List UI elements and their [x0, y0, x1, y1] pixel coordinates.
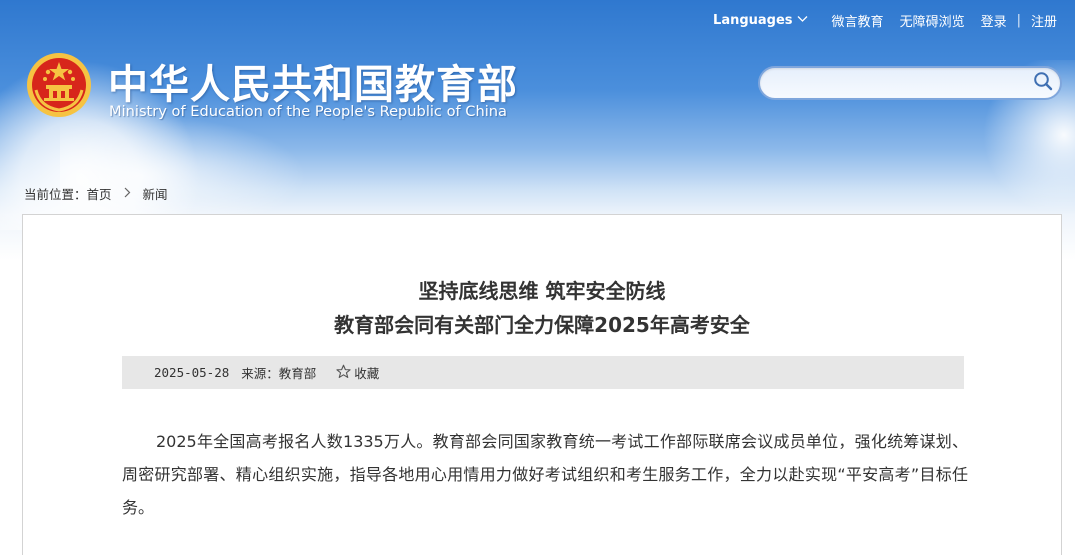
- favorite-button[interactable]: 收藏: [336, 363, 379, 382]
- breadcrumb: 当前位置： 首页 新闻: [24, 184, 168, 203]
- cloud-decoration-2: [60, 110, 320, 220]
- breadcrumb-prefix: 当前位置：: [24, 187, 87, 202]
- search-box: [758, 66, 1062, 100]
- weiyan-link[interactable]: 微言教育: [832, 11, 884, 30]
- article-headline-line1: 坚持底线思维 筑牢安全防线: [418, 279, 666, 303]
- article-paragraph: 2025年全国高考报名人数1335万人。教育部会同国家教育统一考试工作部际联席会…: [122, 432, 968, 517]
- languages-dropdown[interactable]: Languages: [713, 13, 808, 28]
- topbar-separator: |: [1016, 12, 1021, 28]
- chevron-down-icon: [797, 15, 808, 26]
- article-headline-line2: 教育部会同有关部门全力保障2025年高考安全: [334, 313, 750, 337]
- article-panel: 坚持底线思维 筑牢安全防线 教育部会同有关部门全力保障2025年高考安全 202…: [22, 214, 1062, 555]
- breadcrumb-current[interactable]: 新闻: [143, 184, 168, 203]
- accessible-browse-link[interactable]: 无障碍浏览: [900, 11, 965, 30]
- site-title-en: Ministry of Education of the People's Re…: [109, 103, 507, 120]
- site-title-cn[interactable]: 中华人民共和国教育部: [108, 52, 518, 110]
- favorite-label: 收藏: [354, 366, 380, 381]
- register-link[interactable]: 注册: [1031, 11, 1057, 30]
- article-meta-bar: 2025-05-28 来源：教育部 收藏: [122, 356, 964, 389]
- search-icon: [1033, 71, 1053, 95]
- languages-label: Languages: [713, 12, 793, 28]
- breadcrumb-home[interactable]: 首页: [87, 184, 112, 203]
- article-date: 2025-05-28: [154, 365, 230, 380]
- search-button[interactable]: [1026, 68, 1060, 98]
- national-emblem-icon[interactable]: [26, 52, 92, 118]
- login-link[interactable]: 登录: [981, 11, 1007, 30]
- search-input[interactable]: [760, 68, 1026, 98]
- top-utility-bar: Languages 微言教育 无障碍浏览 登录 | 注册: [713, 10, 1065, 30]
- star-outline-icon: [336, 364, 351, 382]
- chevron-right-icon: [124, 187, 131, 201]
- article-source: 来源：教育部: [241, 366, 317, 381]
